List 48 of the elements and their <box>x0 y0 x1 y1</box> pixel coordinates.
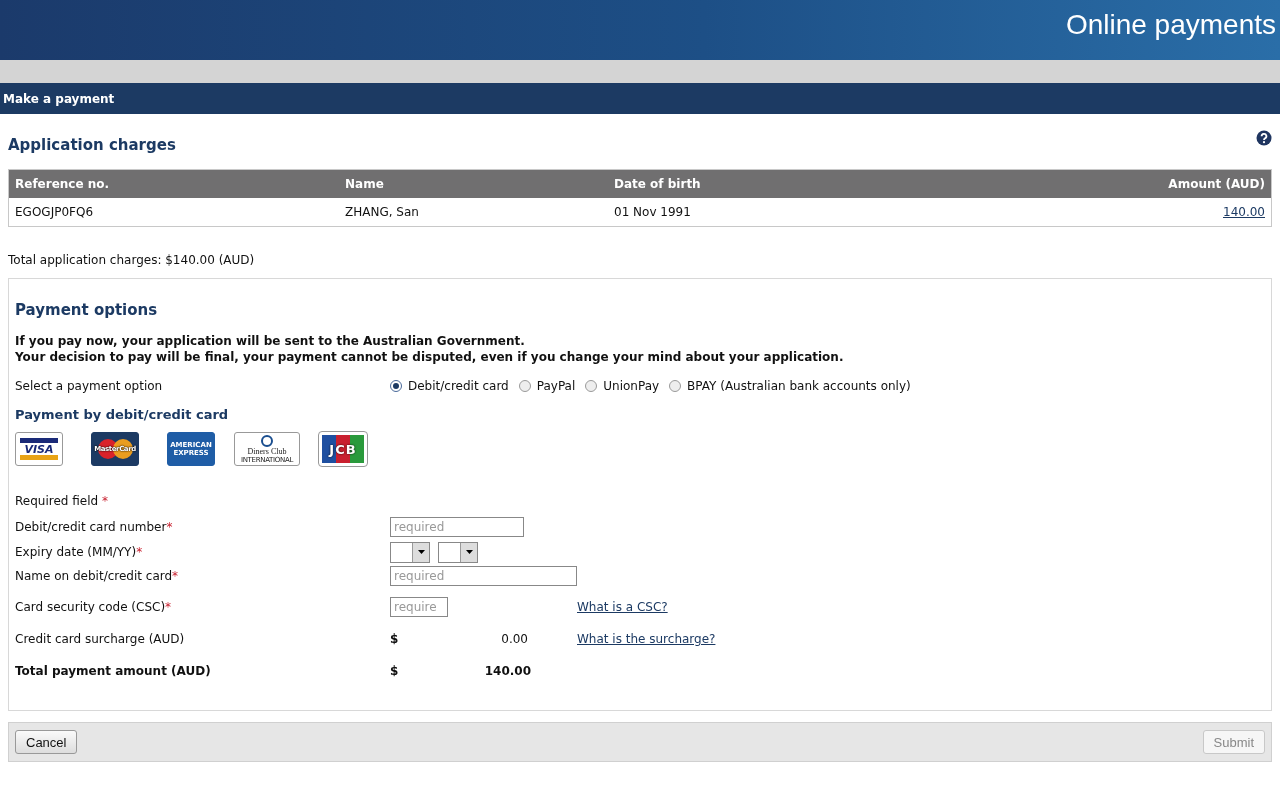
column-header: Date of birth <box>608 169 923 198</box>
required-note: Required field * <box>15 494 109 508</box>
dropdown[interactable] <box>438 541 478 563</box>
caret-icon <box>417 550 425 554</box>
help-link[interactable]: What is a CSC? <box>577 600 668 614</box>
dropdown[interactable] <box>390 541 430 563</box>
page-title: Online payments <box>1065 9 1276 41</box>
card-logo: VISA <box>15 432 63 466</box>
amount-value: 140.00 <box>483 664 531 678</box>
radio-label[interactable]: UnionPay <box>603 379 660 393</box>
input-field[interactable]: required <box>390 566 577 586</box>
radio-label[interactable]: BPAY (Australian bank accounts only) <box>687 379 911 393</box>
amount-value: 0.00 <box>500 632 528 646</box>
field-label: Total payment amount (AUD) <box>15 664 212 678</box>
input-field[interactable]: require <box>390 597 448 617</box>
subsection-heading: Payment by debit/credit card <box>15 407 230 422</box>
field-label: Expiry date (MM/YY)* <box>15 545 144 559</box>
column-header: Name <box>339 169 608 198</box>
field-label: Card security code (CSC)* <box>15 600 173 614</box>
total-charges-text: Total application charges: $140.00 (AUD) <box>8 253 256 267</box>
currency-symbol: $ <box>390 632 400 646</box>
table-cell: ZHANG, San <box>345 205 419 219</box>
radio-button[interactable] <box>585 380 598 392</box>
column-header: Reference no. <box>8 169 339 198</box>
radio-button[interactable] <box>518 380 531 392</box>
help-link[interactable]: What is the surcharge? <box>577 632 716 646</box>
section-heading: Payment options <box>15 301 159 319</box>
radio-label[interactable]: PayPal <box>536 379 576 393</box>
notice-text: If you pay now, your application will be sent to the Australian Government. <box>15 333 526 349</box>
caret-icon <box>465 550 473 554</box>
section-heading: Application charges <box>8 136 176 154</box>
form-button[interactable]: Cancel <box>15 730 78 754</box>
input-field[interactable]: required <box>390 517 524 537</box>
radio-label[interactable]: Debit/credit card <box>408 379 509 393</box>
radio-button[interactable] <box>390 380 402 392</box>
field-label: Debit/credit card number* <box>15 520 174 534</box>
section-title: Make a payment <box>3 91 115 106</box>
field-label: Credit card surcharge (AUD) <box>15 632 186 646</box>
field-label: Select a payment option <box>15 379 164 393</box>
radio-button[interactable] <box>669 380 682 392</box>
help-icon[interactable] <box>1256 130 1272 146</box>
amount-link[interactable]: 140.00 <box>1223 205 1265 219</box>
table-cell: 01 Nov 1991 <box>614 205 691 219</box>
field-label: Name on debit/credit card* <box>15 569 180 583</box>
notice-text: Your decision to pay will be final, your payment cannot be disputed, even if you change your mind about your application. <box>15 349 845 365</box>
currency-symbol: $ <box>390 664 400 678</box>
column-header: Amount (AUD) <box>923 169 1272 198</box>
table-cell: EGOGJP0FQ6 <box>15 205 94 219</box>
